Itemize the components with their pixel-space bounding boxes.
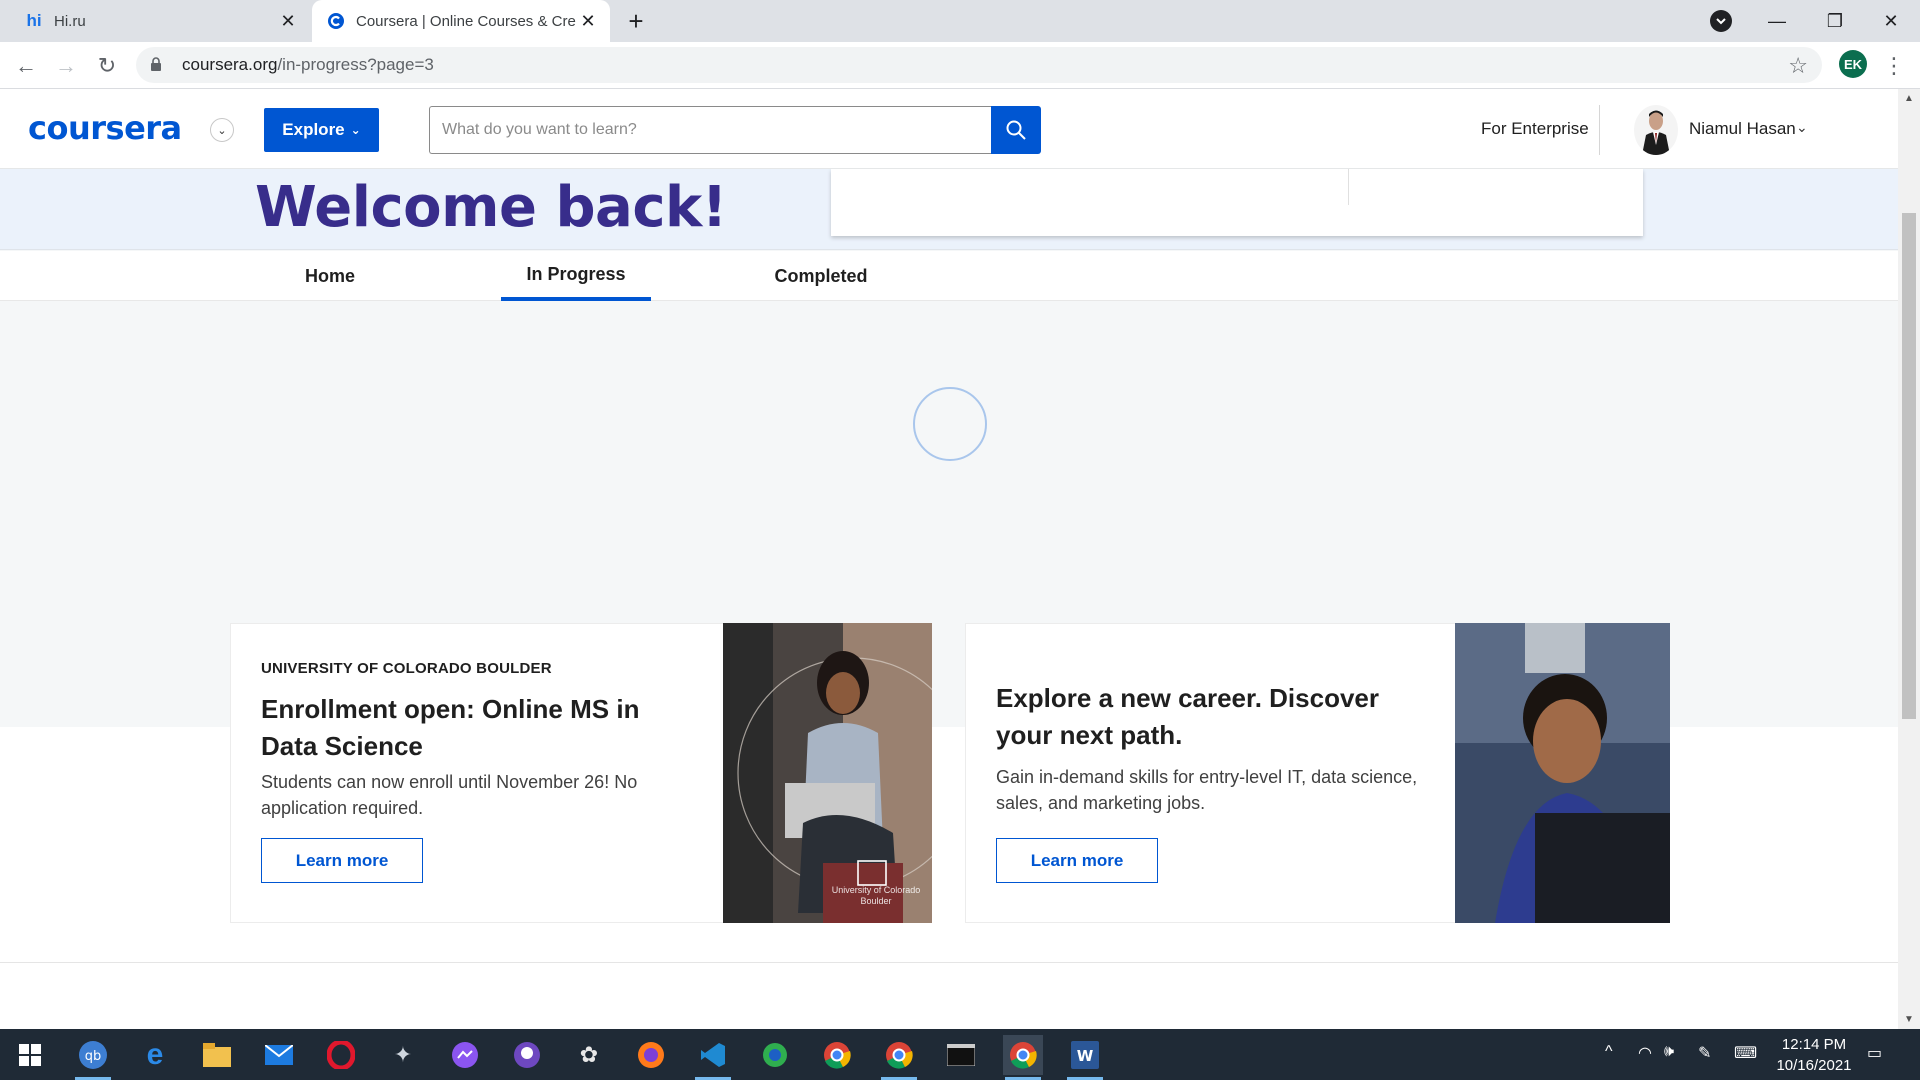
site-header: coursera ⌄ Explore ⌄ What do you want to… <box>0 89 1898 169</box>
search-icon <box>1006 120 1026 140</box>
card-divider <box>1348 169 1349 205</box>
browser-tab-bar: hi Hi.ru ✕ Coursera | Online Courses & C… <box>0 0 1920 42</box>
section-divider <box>0 962 1898 963</box>
file-explorer-icon[interactable] <box>197 1035 237 1075</box>
promo-title: Enrollment open: Online MS in Data Scien… <box>261 694 640 761</box>
page-viewport: Welcome back! coursera ⌄ Explore ⌄ What … <box>0 89 1898 1029</box>
welcome-title: Welcome back! <box>255 175 727 240</box>
user-name[interactable]: Niamul Hasan <box>1689 119 1796 139</box>
clock-time: 12:14 PM <box>1781 1036 1847 1053</box>
terminal-icon[interactable] <box>941 1035 981 1075</box>
reload-icon[interactable]: ↻ <box>91 50 123 82</box>
chrome-profile-icon[interactable] <box>879 1035 919 1080</box>
tab-hi-ru[interactable]: hi Hi.ru ✕ <box>0 0 310 42</box>
coursera-favicon-icon <box>326 11 346 31</box>
windows-taskbar: qb e ✦ ✿ W ^ ◠ 🕪 ✎ ⌨ 12:14 PM 10/16/2021… <box>0 1029 1920 1080</box>
for-enterprise-link[interactable]: For Enterprise <box>1481 119 1589 139</box>
hi-favicon-icon: hi <box>26 11 42 30</box>
header-divider <box>1599 105 1600 155</box>
chevron-down-icon[interactable]: ⌄ <box>1796 119 1808 136</box>
address-bar[interactable]: coursera.org/in-progress?page=3 ☆ <box>136 47 1822 83</box>
lock-icon <box>150 56 170 74</box>
chevron-down-icon: ⌄ <box>350 123 361 137</box>
network-icon[interactable]: ◠ <box>1638 1043 1652 1063</box>
scroll-up-icon[interactable]: ▲ <box>1904 93 1914 104</box>
promo-image-student: University of Colorado Boulder <box>723 623 932 923</box>
back-icon[interactable]: ← <box>10 50 42 82</box>
university-watermark: University of Colorado Boulder <box>831 885 921 906</box>
notifications-icon[interactable]: ▭ <box>1867 1043 1882 1063</box>
show-hidden-icons-icon[interactable]: ^ <box>1605 1043 1613 1061</box>
mail-icon[interactable] <box>259 1035 299 1075</box>
promo-description: Students can now enroll until November 2… <box>261 772 638 818</box>
promo-eyebrow: UNIVERSITY OF COLORADO BOULDER <box>261 660 552 677</box>
firefox-icon[interactable] <box>631 1035 671 1075</box>
clock-date: 10/16/2021 <box>1776 1057 1852 1074</box>
search-placeholder: What do you want to learn? <box>442 121 637 138</box>
tab-title: Hi.ru <box>54 12 86 30</box>
svg-text:qb: qb <box>85 1049 102 1064</box>
restore-icon[interactable]: ❐ <box>1806 0 1864 42</box>
loading-spinner <box>913 387 987 461</box>
search-input[interactable]: What do you want to learn? <box>429 106 992 154</box>
opera-icon[interactable] <box>321 1035 361 1075</box>
github-icon[interactable] <box>507 1035 547 1075</box>
minimize-icon[interactable]: — <box>1748 0 1806 42</box>
messenger-icon[interactable] <box>445 1035 485 1075</box>
pen-icon[interactable]: ✎ <box>1698 1043 1711 1063</box>
windows-start-icon[interactable] <box>10 1035 50 1075</box>
word-icon[interactable]: W <box>1065 1035 1105 1080</box>
svg-text:W: W <box>1077 1047 1094 1065</box>
forward-icon[interactable]: → <box>50 50 82 82</box>
url-text: coursera.org/in-progress?page=3 <box>182 55 434 74</box>
explore-button[interactable]: Explore ⌄ <box>264 108 379 152</box>
system-clock[interactable]: 12:14 PM 10/16/2021 <box>1774 1034 1854 1076</box>
user-avatar[interactable] <box>1634 105 1678 155</box>
summary-card <box>831 169 1643 236</box>
keyboard-icon[interactable]: ⌨ <box>1734 1043 1757 1063</box>
chrome-icon[interactable] <box>817 1035 857 1075</box>
vscode-icon[interactable] <box>693 1035 733 1080</box>
satellite-app-icon[interactable]: ✦ <box>383 1035 423 1075</box>
search-button[interactable] <box>991 106 1041 154</box>
promo-card-colorado: UNIVERSITY OF COLORADO BOULDER Enrollmen… <box>230 623 932 923</box>
chevron-down-icon[interactable]: ⌄ <box>210 118 234 142</box>
volume-icon[interactable]: 🕪 <box>1664 1043 1674 1061</box>
browser-toolbar: ← → ↻ coursera.org/in-progress?page=3 ☆ … <box>0 42 1920 89</box>
close-tab-icon[interactable]: ✕ <box>276 9 300 33</box>
tab-home[interactable]: Home <box>290 251 370 301</box>
page-scrollbar[interactable]: ▲ ▼ <box>1898 89 1920 1029</box>
tab-completed[interactable]: Completed <box>762 251 880 301</box>
window-close-icon[interactable]: ✕ <box>1862 0 1920 42</box>
scroll-down-icon[interactable]: ▼ <box>1904 1014 1914 1025</box>
tab-search-icon[interactable] <box>1710 10 1732 32</box>
new-tab-button[interactable]: + <box>622 6 650 36</box>
learn-more-button[interactable]: Learn more <box>996 838 1158 883</box>
learn-more-button[interactable]: Learn more <box>261 838 423 883</box>
coursera-logo[interactable]: coursera <box>28 109 182 147</box>
profile-avatar[interactable]: EK <box>1839 50 1867 78</box>
edge-beta-icon[interactable] <box>755 1035 795 1075</box>
promo-description: Gain in-demand skills for entry-level IT… <box>996 767 1418 813</box>
browser-menu-icon[interactable]: ⋮ <box>1882 50 1906 82</box>
edge-icon[interactable]: e <box>135 1035 175 1075</box>
tab-title: Coursera | Online Courses & Cred <box>356 12 576 30</box>
progress-tabs: Home In Progress Completed <box>0 251 1898 301</box>
promo-card-career: Explore a new career. Discover your next… <box>965 623 1670 923</box>
bookmark-star-icon[interactable]: ☆ <box>1788 53 1808 79</box>
qbittorrent-icon[interactable]: qb <box>73 1035 113 1080</box>
tab-in-progress[interactable]: In Progress <box>501 251 651 301</box>
close-tab-icon[interactable]: ✕ <box>576 9 600 33</box>
paint-app-icon[interactable]: ✿ <box>569 1035 609 1075</box>
scroll-thumb[interactable] <box>1902 213 1916 719</box>
chrome-ek-icon[interactable] <box>1003 1035 1043 1080</box>
explore-label: Explore <box>282 120 345 139</box>
tab-coursera[interactable]: Coursera | Online Courses & Cred ✕ <box>312 0 610 42</box>
promo-title: Explore a new career. Discover your next… <box>996 683 1379 750</box>
promo-image-learner <box>1455 623 1670 923</box>
